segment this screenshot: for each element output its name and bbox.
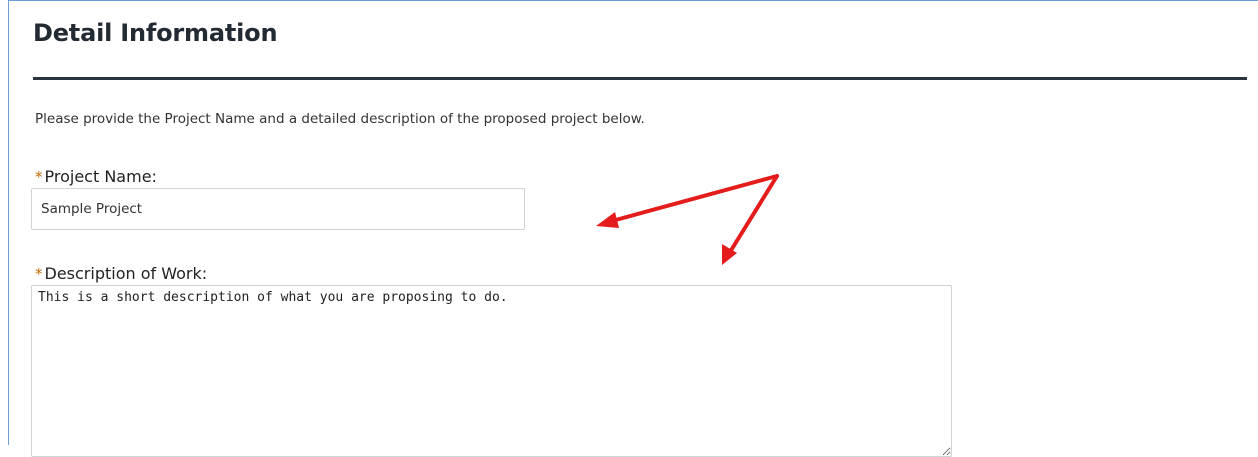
description-label: * Description of Work:: [35, 264, 207, 283]
required-asterisk: *: [35, 168, 43, 186]
section-title: Detail Information: [33, 19, 278, 47]
detail-information-panel: Detail Information Please provide the Pr…: [8, 0, 1258, 457]
project-name-label: * Project Name:: [35, 167, 157, 186]
project-name-input[interactable]: [31, 188, 525, 230]
required-asterisk: *: [35, 265, 43, 283]
project-name-label-text: Project Name:: [44, 167, 157, 186]
instructions-text: Please provide the Project Name and a de…: [35, 111, 645, 127]
title-divider: [33, 77, 1247, 80]
description-textarea[interactable]: This is a short description of what you …: [31, 285, 952, 457]
description-label-text: Description of Work:: [44, 264, 208, 283]
